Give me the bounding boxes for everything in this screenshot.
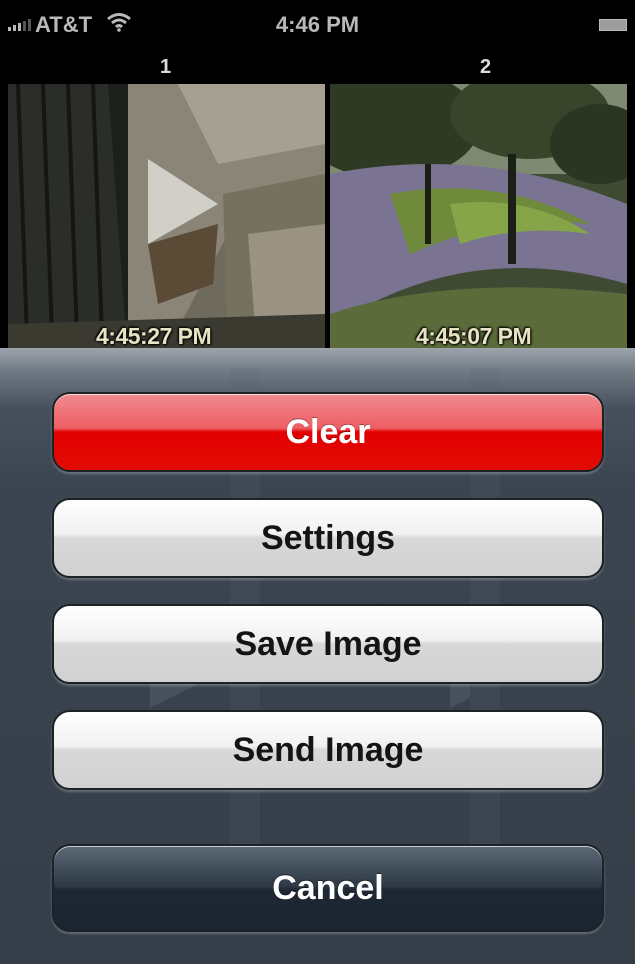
- camera-1-number: 1: [160, 56, 172, 78]
- camera-1-timestamp: 4:45:27 PM: [96, 323, 212, 349]
- camera-2-number: 2: [480, 56, 492, 78]
- status-time: 4:46 PM: [275, 12, 360, 37]
- send-image-button[interactable]: Send Image: [52, 710, 604, 790]
- save-image-button[interactable]: Save Image: [52, 604, 604, 684]
- battery-icon: [599, 19, 627, 31]
- action-sheet: Clear Settings Save Image Send Image Can…: [0, 348, 635, 964]
- camera-2-timestamp: 4:45:07 PM: [416, 323, 532, 349]
- cancel-button[interactable]: Cancel: [52, 844, 604, 932]
- camera-strip: 1 2 4:45:27 PM 4:45:07 PM: [0, 44, 635, 366]
- status-bar: AT&T 4:46 PM: [0, 0, 635, 44]
- clear-button[interactable]: Clear: [52, 392, 604, 472]
- camera-1-feed[interactable]: 4:45:27 PM: [8, 84, 325, 366]
- camera-2-feed[interactable]: 4:45:07 PM: [330, 84, 627, 366]
- settings-button[interactable]: Settings: [52, 498, 604, 578]
